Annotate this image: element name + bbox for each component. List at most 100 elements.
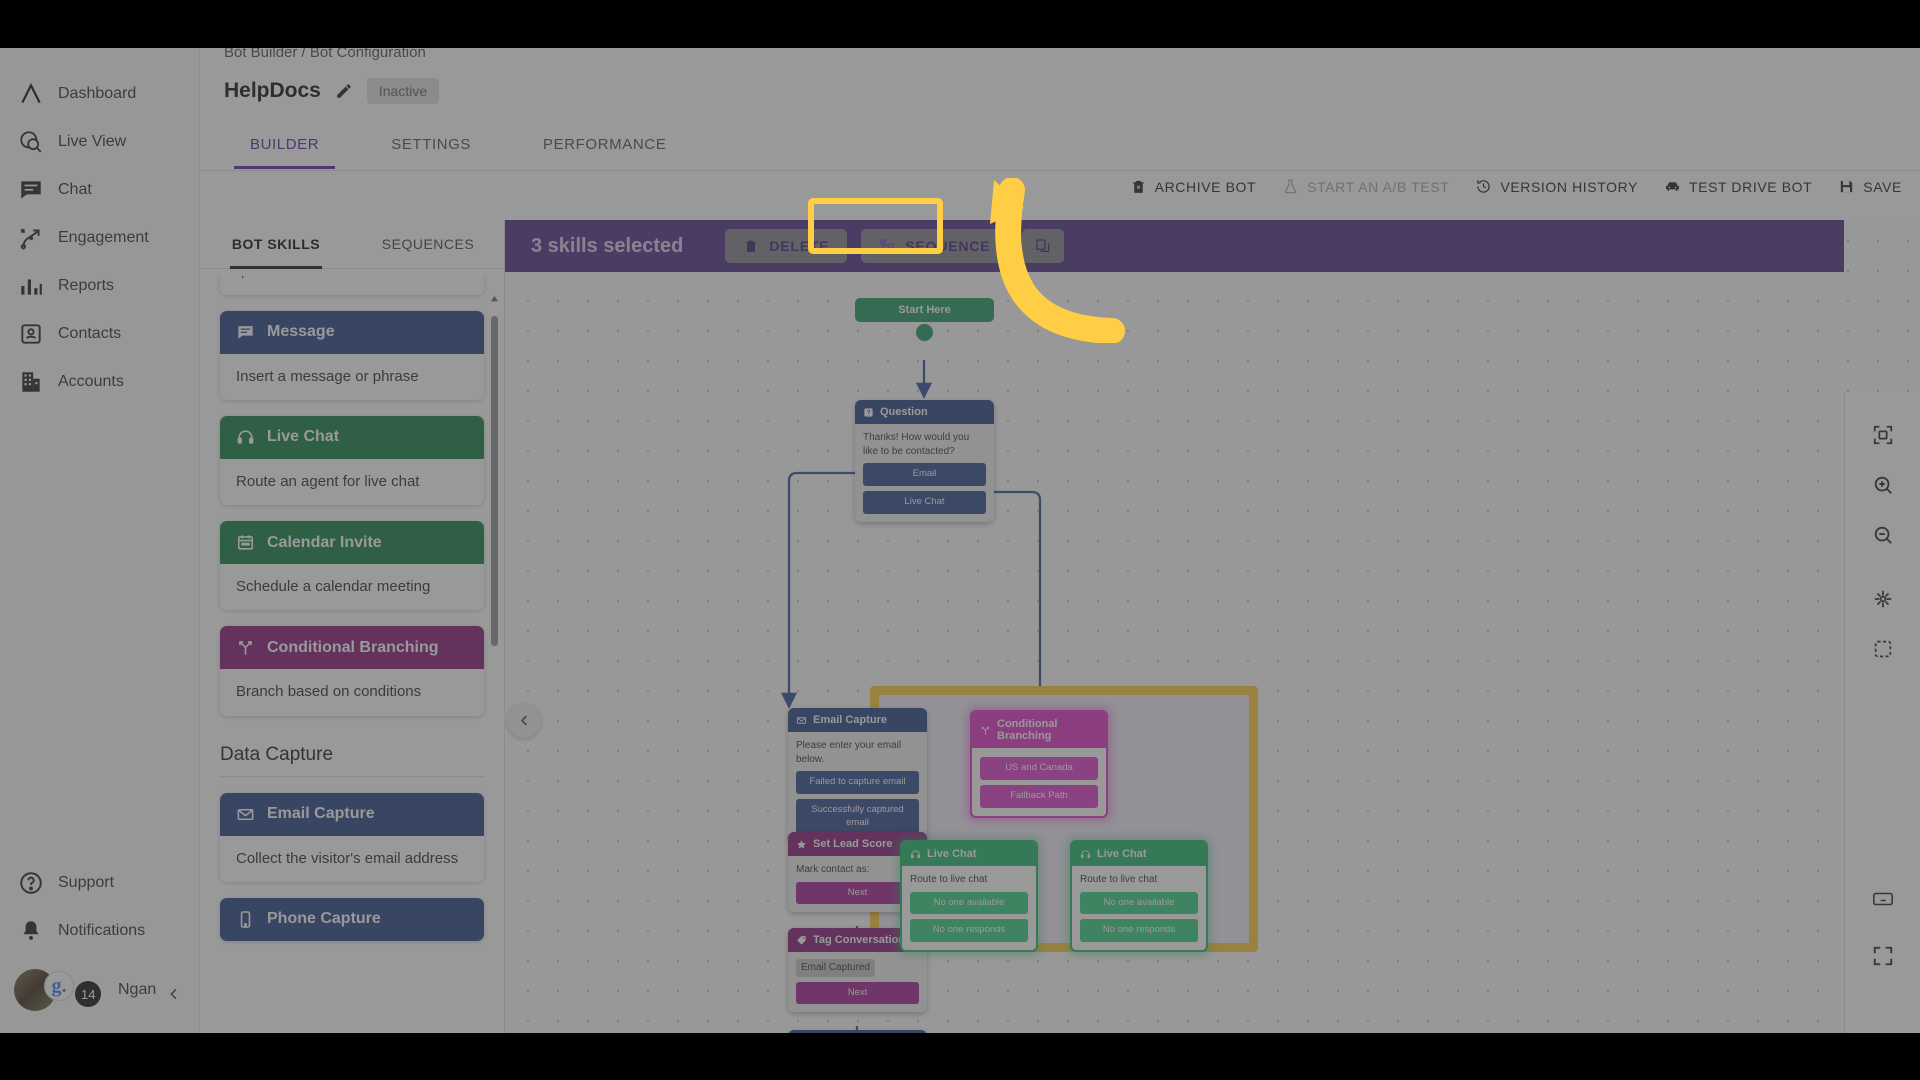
flow-node-option[interactable]: No one responds [1080, 919, 1198, 943]
skill-card-email-capture[interactable]: Email Capture Collect the visitor's emai… [220, 792, 484, 882]
fullscreen-icon [1873, 946, 1893, 966]
message-icon [238, 325, 253, 339]
branch-icon [981, 726, 990, 735]
tab-builder[interactable]: BUILDER [214, 124, 355, 169]
flow-node-option[interactable]: Failed to capture email [796, 771, 919, 794]
flow-node-option[interactable]: Successfully captured email [796, 798, 919, 835]
edit-pencil-icon[interactable] [335, 82, 353, 100]
flow-node-body: US and Canada Fallback Path [972, 748, 1106, 816]
flow-node-option[interactable]: Live Chat [863, 490, 986, 514]
flow-node-title: Tag Conversation [813, 934, 906, 946]
save-button[interactable]: SAVE [1838, 178, 1902, 195]
reorganize-button[interactable] [1862, 578, 1904, 620]
sidebar-label-chat: Chat [58, 181, 92, 198]
sidebar-item-dashboard[interactable]: Dashboard [0, 70, 199, 118]
header-divider [200, 170, 1920, 171]
zoom-out-button[interactable] [1862, 514, 1904, 556]
skills-panel: BOT SKILLS SEQUENCES Ask your site visit… [200, 220, 505, 1033]
sidebar-item-reports[interactable]: Reports [0, 262, 199, 310]
action-toolbar: ARCHIVE BOT START AN A/B TEST VERSION HI… [1130, 178, 1902, 195]
flow-node-email-capture[interactable]: Email Capture Please enter your email be… [788, 708, 927, 843]
sidebar-item-chat[interactable]: Chat [0, 166, 199, 214]
copy-selection-button[interactable] [1022, 229, 1065, 263]
skill-card-conditional-branching[interactable]: Conditional Branching Branch based on co… [220, 626, 484, 716]
archive-bot-button[interactable]: ARCHIVE BOT [1130, 178, 1257, 195]
header-tabs: BUILDER SETTINGS PERFORMANCE [214, 124, 702, 169]
phone-icon [240, 910, 251, 928]
copy-icon [1036, 239, 1050, 252]
keyboard-icon [1873, 892, 1893, 906]
flow-node-body-text: Thanks! How would you like to be contact… [863, 432, 970, 457]
flow-node-question-1[interactable]: Question Thanks! How would you like to b… [855, 400, 994, 522]
start-ab-test-button[interactable]: START AN A/B TEST [1282, 178, 1449, 195]
bot-title-row: HelpDocs Inactive [224, 78, 440, 104]
canvas-panel-collapse-button[interactable] [507, 703, 541, 738]
sidebar-item-support[interactable]: Support [0, 859, 199, 907]
scroll-up-arrow-icon[interactable] [489, 292, 500, 303]
page-title: HelpDocs [224, 79, 321, 102]
flow-node-option[interactable]: Fallback Path [980, 784, 1098, 808]
version-history-button[interactable]: VERSION HISTORY [1475, 178, 1638, 195]
flow-node-title: Set Lead Score [813, 838, 893, 850]
tab-settings[interactable]: SETTINGS [355, 124, 507, 165]
flow-node-conditional-branching[interactable]: Conditional Branching US and Canada Fall… [970, 710, 1108, 818]
flow-node-option[interactable]: US and Canada [980, 757, 1098, 780]
headset-icon [1080, 849, 1091, 858]
skill-body-calendar-invite: Schedule a calendar meeting [220, 564, 484, 611]
skill-card-calendar-invite[interactable]: Calendar Invite Schedule a calendar meet… [220, 521, 484, 611]
sidebar-item-contacts[interactable]: Contacts [0, 310, 199, 358]
flow-node-option[interactable]: Email [863, 463, 986, 486]
trash-icon [746, 240, 757, 252]
nav-primary-list: Dashboard Live View Chat Engagement Repo… [0, 70, 199, 406]
flow-canvas[interactable]: 3 skills selected DELETE SEQUENCE Start … [505, 220, 1920, 1033]
tab-performance[interactable]: PERFORMANCE [507, 124, 702, 165]
skill-title-live-chat: Live Chat [267, 428, 340, 446]
flow-node-option[interactable]: No one available [910, 891, 1028, 915]
sidebar-item-notifications[interactable]: Notifications [0, 907, 199, 955]
skill-card-message[interactable]: Message Insert a message or phrase [220, 310, 484, 400]
flow-node-option[interactable]: Next [796, 981, 919, 1005]
test-drive-bot-button[interactable]: TEST DRIVE BOT [1664, 178, 1812, 195]
sidebar-collapse-button[interactable] [161, 981, 187, 1007]
breadcrumb[interactable]: Bot Builder / Bot Configuration [224, 48, 426, 61]
flow-node-body: Route to live chat No one available No o… [1072, 866, 1206, 950]
letterbox-top [0, 0, 1920, 48]
sidebar-item-engagement[interactable]: Engagement [0, 214, 199, 262]
sidebar-label-reports: Reports [58, 277, 115, 294]
skills-list[interactable]: Ask your site visitors a simple question… [200, 276, 504, 1033]
envelope-icon [796, 716, 807, 724]
select-area-button[interactable] [1862, 628, 1904, 670]
skill-card-question-partial[interactable]: Ask your site visitors a simple question [220, 276, 484, 295]
zoom-in-button[interactable] [1862, 464, 1904, 506]
sidebar-item-accounts[interactable]: Accounts [0, 358, 199, 406]
tab-bot-skills[interactable]: BOT SKILLS [200, 220, 352, 269]
version-history-label: VERSION HISTORY [1500, 178, 1638, 195]
headset-icon [237, 430, 254, 444]
keyboard-shortcuts-button[interactable] [1862, 878, 1904, 920]
bar-chart-icon [18, 273, 44, 299]
trash-icon [1132, 180, 1144, 193]
skill-card-phone-capture[interactable]: Phone Capture [220, 897, 484, 941]
flow-node-option[interactable]: No one available [1080, 891, 1198, 915]
flow-start-node[interactable]: Start Here [855, 298, 994, 322]
tab-sequences[interactable]: SEQUENCES [352, 220, 504, 268]
skill-card-live-chat[interactable]: Live Chat Route an agent for live chat [220, 415, 484, 505]
sidebar-label-contacts: Contacts [58, 325, 122, 342]
live-view-icon [18, 129, 44, 155]
canvas-tool-rail [1844, 392, 1920, 1033]
page-header: Bot Builder / Bot Configuration HelpDocs… [200, 48, 1920, 218]
building-icon [18, 369, 44, 395]
flow-node-live-chat-left[interactable]: Live Chat Route to live chat No one avai… [900, 840, 1038, 953]
flow-node-title: Question [880, 406, 928, 418]
skills-panel-scrollbar[interactable] [491, 316, 498, 646]
skill-body-email-capture: Collect the visitor's email address [220, 835, 484, 882]
flow-node-title: Live Chat [1097, 848, 1147, 860]
fit-screen-button[interactable] [1862, 414, 1904, 456]
fullscreen-button[interactable] [1862, 935, 1904, 977]
start-ab-test-label: START AN A/B TEST [1307, 178, 1450, 195]
flow-node-option[interactable]: No one responds [910, 919, 1028, 943]
flow-start-connector-dot[interactable] [916, 324, 933, 341]
star-icon [797, 839, 806, 848]
flow-node-live-chat-right[interactable]: Live Chat Route to live chat No one avai… [1070, 840, 1208, 953]
sidebar-item-live-view[interactable]: Live View [0, 118, 199, 166]
